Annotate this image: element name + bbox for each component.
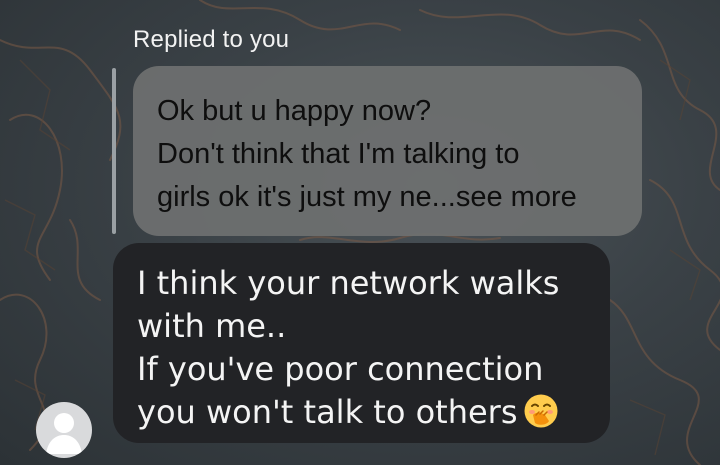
- quoted-line-text: girls ok it's just my ne...: [157, 181, 456, 213]
- quoted-line: girls ok it's just my ne...see more: [157, 176, 622, 219]
- default-user-avatar-icon: [46, 413, 82, 454]
- message-line: I think your network walks: [137, 264, 560, 302]
- avatar[interactable]: [36, 402, 92, 458]
- message-bubble[interactable]: I think your network walks with me.. If …: [113, 243, 610, 443]
- message-line: with me..: [137, 307, 287, 345]
- hand-over-mouth-emoji-icon: [523, 393, 559, 440]
- message-line: you won't talk to others: [137, 391, 592, 440]
- replied-to-you-label: Replied to you: [133, 26, 290, 53]
- message-line-text: you won't talk to others: [137, 393, 518, 431]
- quoted-line: Don't think that I'm talking to: [157, 138, 520, 170]
- reply-quote-bar: [112, 68, 116, 234]
- quoted-line: Ok but u happy now?: [157, 95, 432, 127]
- quoted-message-bubble[interactable]: Ok but u happy now? Don't think that I'm…: [133, 66, 642, 236]
- see-more-link[interactable]: see more: [456, 181, 577, 213]
- message-line: If you've poor connection: [137, 350, 544, 388]
